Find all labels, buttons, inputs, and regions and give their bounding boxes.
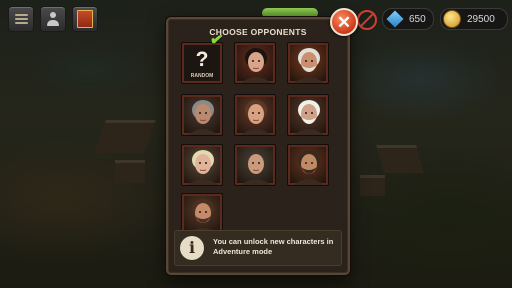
portrait-grey-haired-man-icon bbox=[188, 100, 218, 135]
panel-title: CHOOSE OPPONENTS bbox=[209, 27, 307, 37]
opponent-slot[interactable] bbox=[234, 144, 276, 186]
portrait-white-bearded-elder-icon bbox=[294, 100, 324, 135]
opponent-slot[interactable] bbox=[287, 42, 329, 84]
info-icon: i bbox=[180, 236, 204, 260]
selected-check-icon: ✔ bbox=[208, 31, 225, 50]
portrait-brown-haired-woman-icon bbox=[241, 100, 271, 135]
portrait-bald-man-icon bbox=[241, 154, 271, 185]
coin-icon bbox=[443, 10, 461, 28]
profile-icon bbox=[47, 12, 59, 26]
portrait-pirate-man-icon bbox=[294, 150, 324, 185]
portrait-dark-haired-woman-icon bbox=[241, 48, 271, 83]
close-button[interactable]: ✕ bbox=[330, 8, 358, 36]
no-ads-icon[interactable] bbox=[357, 10, 377, 30]
book-icon bbox=[77, 10, 93, 28]
unlock-info-text: You can unlock new characters in Adventu… bbox=[213, 237, 334, 256]
coins-counter[interactable]: 29500 bbox=[440, 8, 508, 30]
opponent-slot[interactable] bbox=[234, 42, 276, 84]
opponent-slot[interactable] bbox=[234, 94, 276, 136]
portrait-blonde-woman-icon bbox=[188, 150, 218, 185]
random-label: RANDOM bbox=[190, 73, 214, 79]
gems-counter[interactable]: 650 bbox=[382, 8, 434, 30]
unlock-info-box: i You can unlock new characters in Adven… bbox=[174, 230, 342, 266]
opponent-slot[interactable] bbox=[181, 94, 223, 136]
menu-button[interactable] bbox=[8, 6, 34, 32]
opponent-slot[interactable] bbox=[181, 144, 223, 186]
book-button[interactable] bbox=[72, 6, 98, 32]
menu-icon bbox=[14, 14, 28, 24]
opponent-slot[interactable] bbox=[287, 94, 329, 136]
portrait-bearded-old-man-icon bbox=[294, 48, 324, 83]
opponent-slot[interactable] bbox=[287, 144, 329, 186]
opponent-slot[interactable] bbox=[181, 193, 223, 235]
close-icon: ✕ bbox=[336, 12, 352, 32]
profile-button[interactable] bbox=[40, 6, 66, 32]
gem-icon bbox=[386, 10, 404, 28]
coins-value: 29500 bbox=[467, 13, 495, 25]
portrait-bearded-brute-icon bbox=[188, 199, 218, 234]
question-mark-icon: ? bbox=[195, 48, 209, 71]
gems-value: 650 bbox=[409, 13, 426, 25]
